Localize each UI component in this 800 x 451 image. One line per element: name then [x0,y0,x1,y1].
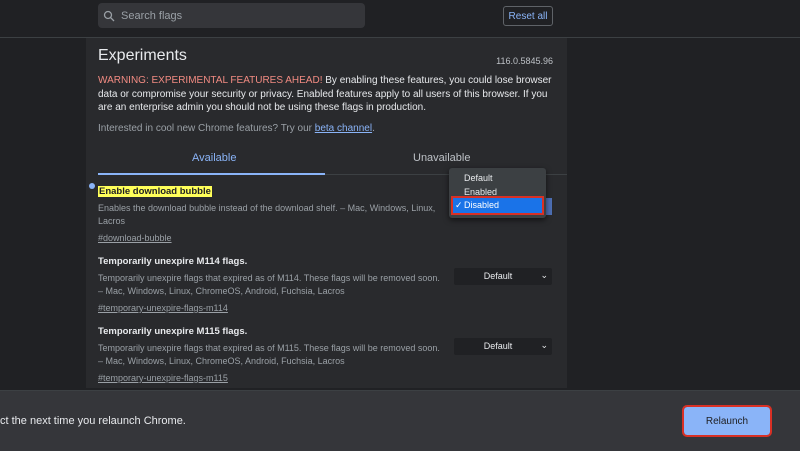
flag-title: Temporarily unexpire M114 flags. [98,256,248,267]
flag-title: Enable download bubble [98,186,212,197]
tab-available[interactable]: Available [192,152,236,164]
beta-channel-link[interactable]: beta channel [315,123,372,134]
flag-item-unexpire-m114: Temporarily unexpire M114 flags. Tempora… [98,251,443,316]
version-label: 116.0.5845.96 [496,56,553,66]
relaunch-bar: ct the next time you relaunch Chrome. Re… [0,390,800,451]
flag-item-unexpire-m115: Temporarily unexpire M115 flags. Tempora… [98,321,443,386]
interest-label: Interested in cool new Chrome features? … [98,123,315,134]
flag-anchor-link[interactable]: #temporary-unexpire-flags-m114 [98,303,228,313]
interest-text: Interested in cool new Chrome features? … [98,123,375,134]
warning-text: WARNING: EXPERIMENTAL FEATURES AHEAD! By… [98,74,558,115]
top-bar: Reset all [0,0,800,38]
flag-description: Enables the download bubble instead of t… [98,203,436,226]
flag-anchor-link[interactable]: #temporary-unexpire-flags-m115 [98,373,228,383]
tab-active-indicator [98,173,325,175]
search-box[interactable] [98,3,365,28]
select-edge-download-bubble [546,198,552,215]
chevron-down-icon: ⌄ [540,270,548,280]
dropdown-option-disabled[interactable]: ✓ Disabled [451,196,544,215]
search-icon [103,10,115,21]
tab-unavailable[interactable]: Unavailable [413,152,470,164]
flag-title: Temporarily unexpire M115 flags. [98,326,248,337]
warning-prefix: WARNING: EXPERIMENTAL FEATURES AHEAD! [98,75,323,86]
select-value: Default [483,341,513,351]
checkmark-icon: ✓ [455,200,463,210]
flag-select-dropdown[interactable]: Default Enabled ✓ Disabled [449,168,546,218]
dropdown-option-default[interactable]: Default [464,173,493,183]
option-label: Disabled [464,200,500,210]
search-input[interactable] [119,8,353,23]
flag-anchor-link[interactable]: #download-bubble [98,233,172,243]
flag-description: Temporarily unexpire flags that expired … [98,273,440,296]
flag-item-download-bubble: Enable download bubble Enables the downl… [98,181,443,246]
modified-indicator-dot [89,183,95,189]
flag-select-m115[interactable]: Default ⌄ [454,338,552,355]
relaunch-message: ct the next time you relaunch Chrome. [0,415,186,427]
chevron-down-icon: ⌄ [540,340,548,350]
flag-description: Temporarily unexpire flags that expired … [98,343,440,366]
dropdown-option-enabled[interactable]: Enabled [464,187,497,197]
relaunch-button[interactable]: Relaunch [682,405,772,437]
reset-all-button[interactable]: Reset all [503,6,553,26]
page-title: Experiments [98,47,187,64]
interest-suffix: . [372,123,375,134]
select-value: Default [483,271,513,281]
flag-select-m114[interactable]: Default ⌄ [454,268,552,285]
